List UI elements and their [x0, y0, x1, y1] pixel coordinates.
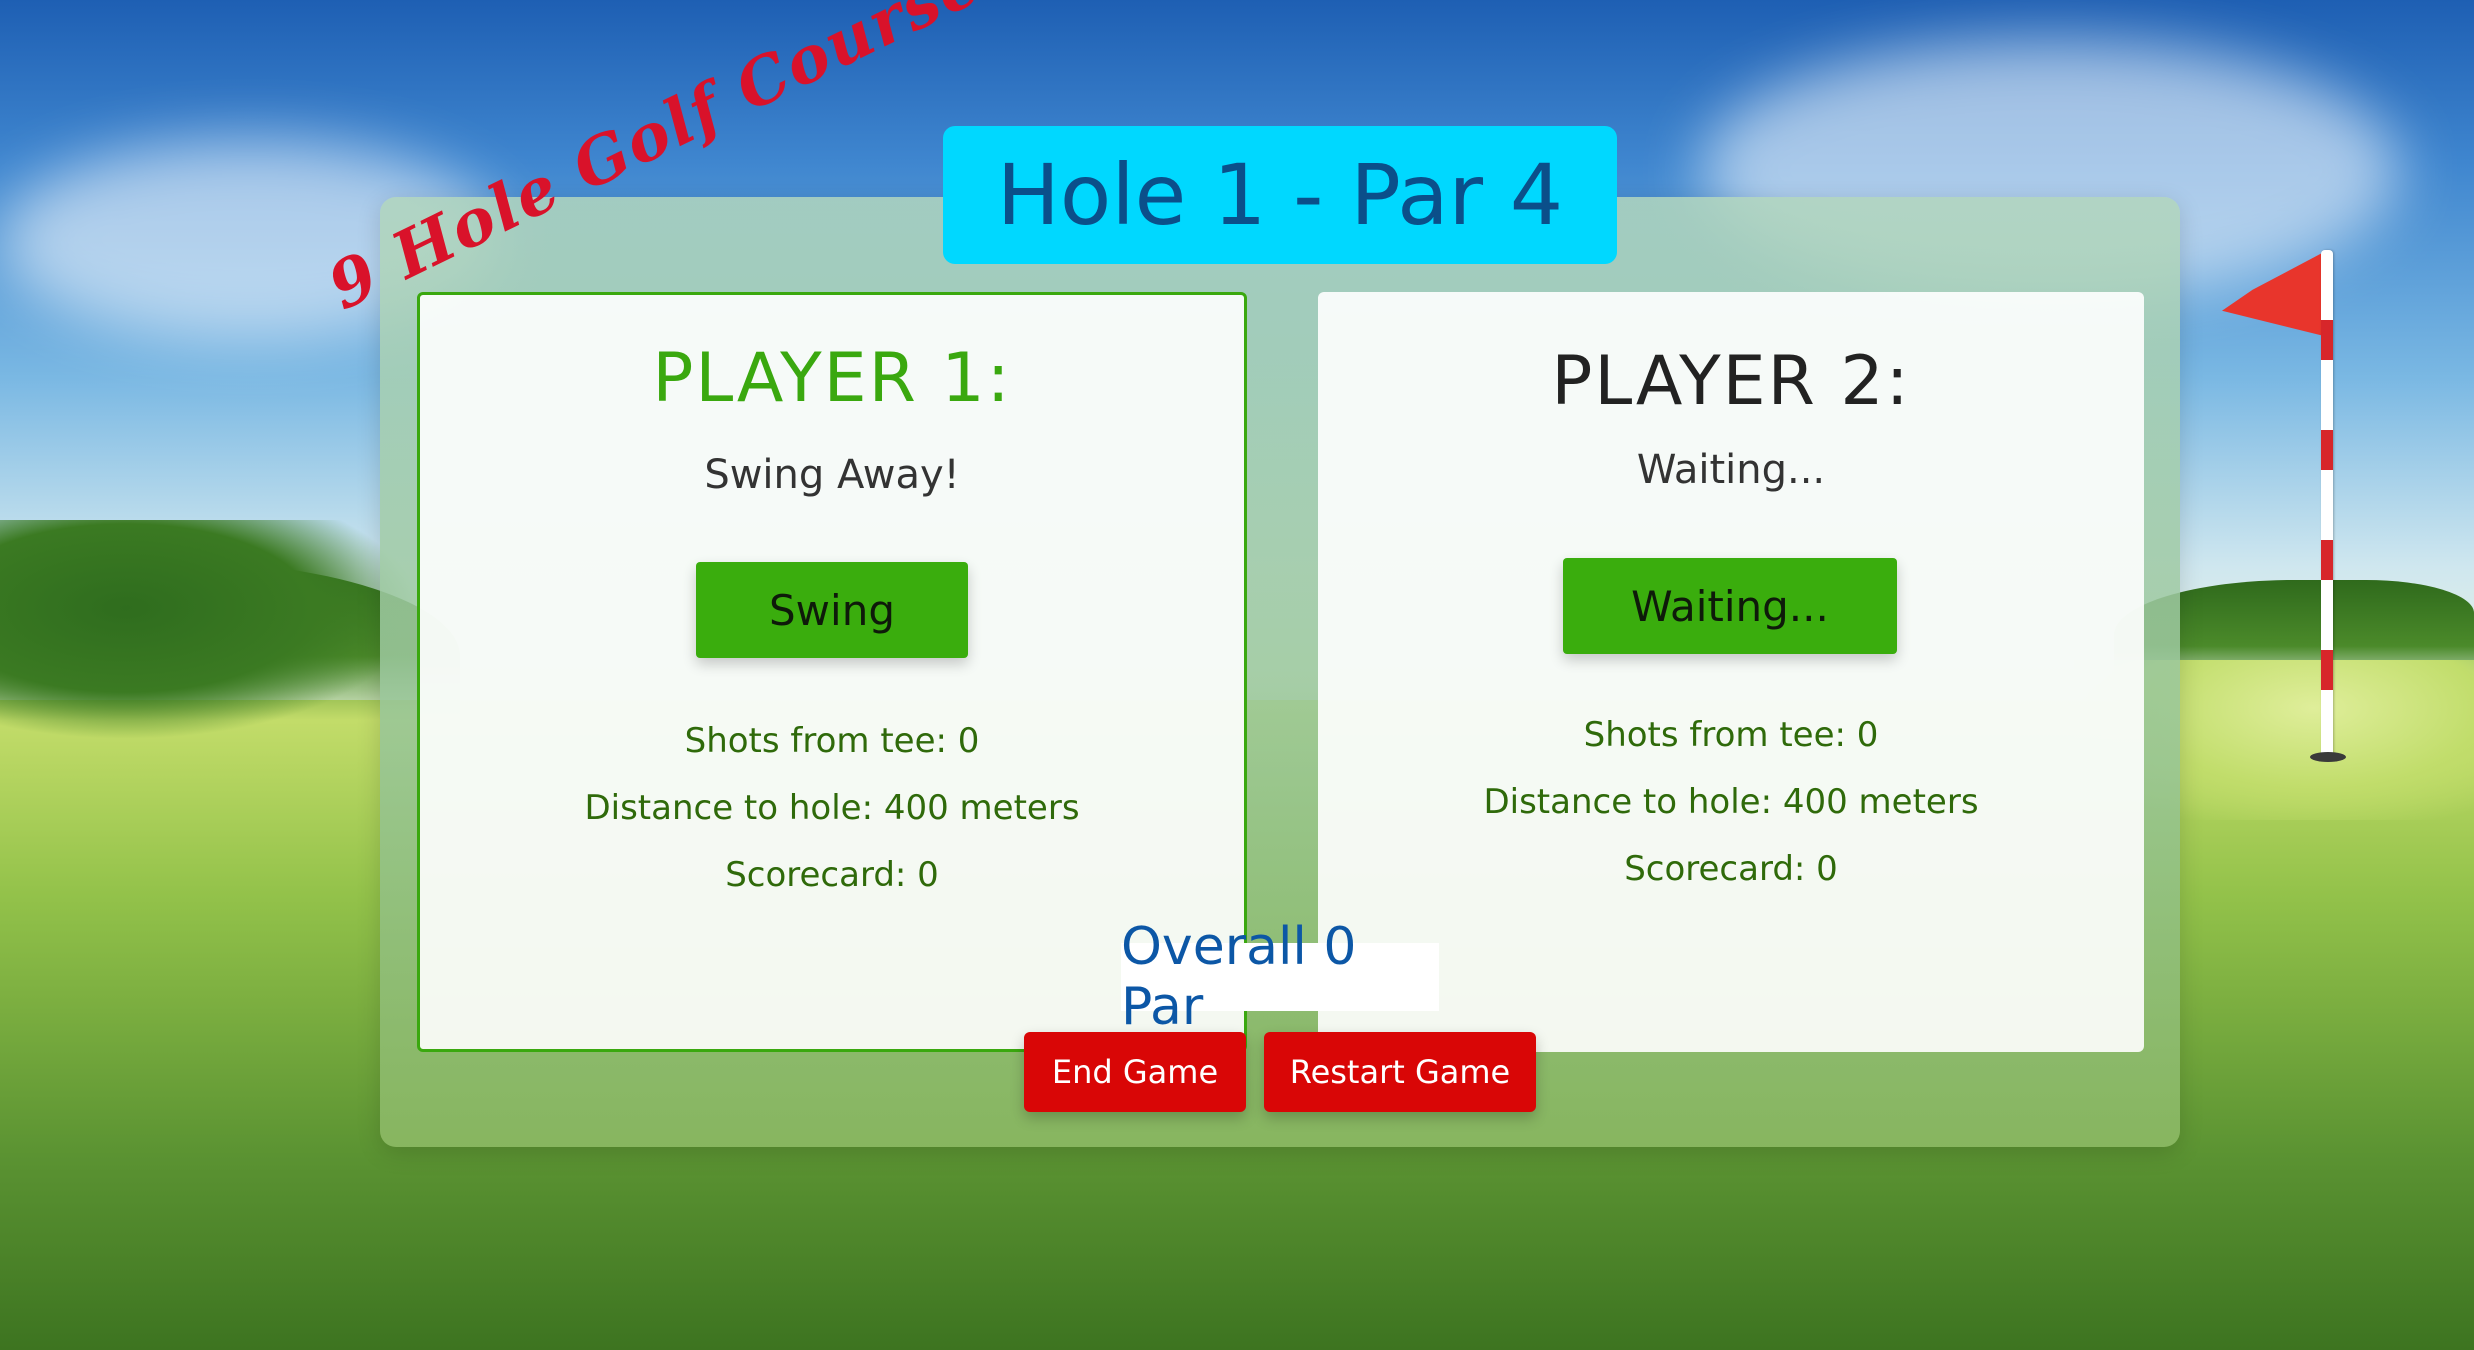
- overall-par: Overall 0 Par: [1121, 917, 1439, 1037]
- player-2-waiting-button[interactable]: Waiting...: [1563, 558, 1897, 654]
- player-2-card: PLAYER 2: Waiting... Waiting... Shots fr…: [1318, 292, 2144, 1052]
- player-2-status: Waiting...: [1636, 447, 1826, 493]
- swing-button[interactable]: Swing: [696, 562, 968, 658]
- hole-title: Hole 1 - Par 4: [943, 126, 1617, 264]
- restart-game-button[interactable]: Restart Game: [1264, 1032, 1536, 1112]
- hole-cup: [2310, 752, 2346, 762]
- end-game-button[interactable]: End Game: [1024, 1032, 1246, 1112]
- player-2-distance: Distance to hole: 400 meters: [1483, 782, 1979, 822]
- player-2-shots: Shots from tee: 0: [1583, 715, 1879, 755]
- tree-cluster-left: [0, 520, 420, 740]
- player-2-scorecard: Scorecard: 0: [1624, 849, 1838, 889]
- player-1-distance: Distance to hole: 400 meters: [584, 788, 1080, 828]
- player-1-status: Swing Away!: [704, 452, 960, 498]
- player-2-title: PLAYER 2:: [1551, 342, 1911, 421]
- flag-pole: [2321, 250, 2333, 760]
- player-1-title: PLAYER 1:: [652, 339, 1012, 418]
- player-1-scorecard: Scorecard: 0: [725, 855, 939, 895]
- player-1-shots: Shots from tee: 0: [684, 721, 980, 761]
